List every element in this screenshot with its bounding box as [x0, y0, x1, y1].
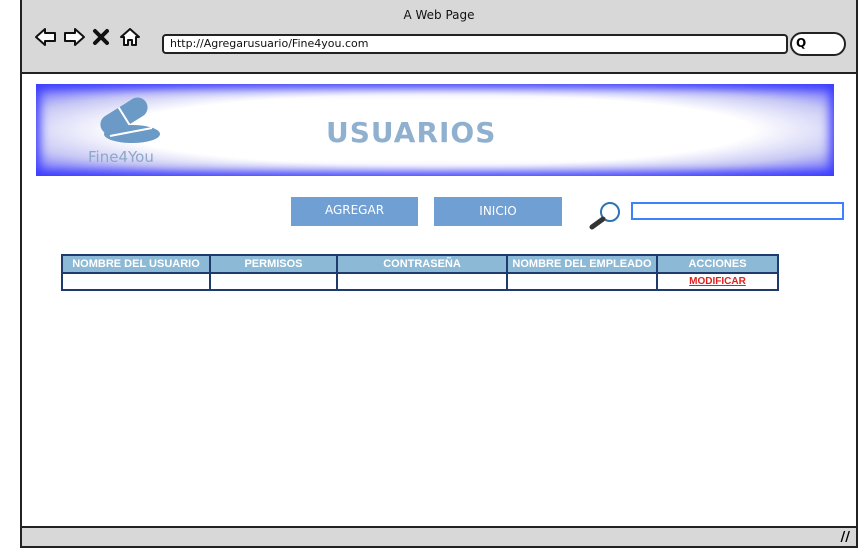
search-icon: Q — [796, 36, 807, 50]
nav-buttons — [34, 26, 140, 48]
cell-usuario — [61, 272, 211, 291]
search-input[interactable] — [631, 202, 844, 220]
cell-contrasena — [336, 272, 508, 291]
close-icon[interactable] — [90, 26, 112, 48]
status-bar: // — [22, 526, 856, 546]
cell-empleado — [506, 272, 658, 291]
search-magnifier-icon[interactable] — [586, 200, 626, 234]
column-header-permisos: PERMISOS — [209, 254, 338, 274]
column-header-contrasena: CONTRASEÑA — [336, 254, 508, 274]
resize-grip-icon[interactable]: // — [841, 530, 851, 545]
browser-chrome: A Web Page http://Agregarusuario/Fine4yo… — [22, 0, 856, 74]
column-header-empleado: NOMBRE DEL EMPLEADO — [506, 254, 658, 274]
browser-search-button[interactable]: Q — [790, 32, 846, 56]
table-row: MODIFICAR — [61, 272, 779, 291]
page-title: USUARIOS — [326, 116, 497, 149]
home-button[interactable]: INICIO — [434, 197, 562, 226]
header-banner: Fine4You USUARIOS — [36, 84, 834, 176]
logo-text: Fine4You — [88, 148, 154, 166]
forward-icon[interactable] — [62, 26, 85, 48]
window-title: A Web Page — [403, 8, 475, 22]
column-header-usuario: NOMBRE DEL USUARIO — [61, 254, 211, 274]
pill-logo-icon — [88, 96, 164, 152]
add-button[interactable]: AGREGAR — [291, 197, 418, 226]
users-table: NOMBRE DEL USUARIO PERMISOS CONTRASEÑA N… — [61, 254, 779, 291]
back-icon[interactable] — [34, 26, 56, 48]
table-header-row: NOMBRE DEL USUARIO PERMISOS CONTRASEÑA N… — [61, 254, 779, 274]
column-header-acciones: ACCIONES — [656, 254, 779, 274]
url-input[interactable]: http://Agregarusuario/Fine4you.com — [162, 34, 788, 54]
modify-link[interactable]: MODIFICAR — [689, 276, 746, 287]
cell-acciones: MODIFICAR — [656, 272, 779, 291]
cell-permisos — [209, 272, 338, 291]
home-icon[interactable] — [118, 26, 140, 48]
